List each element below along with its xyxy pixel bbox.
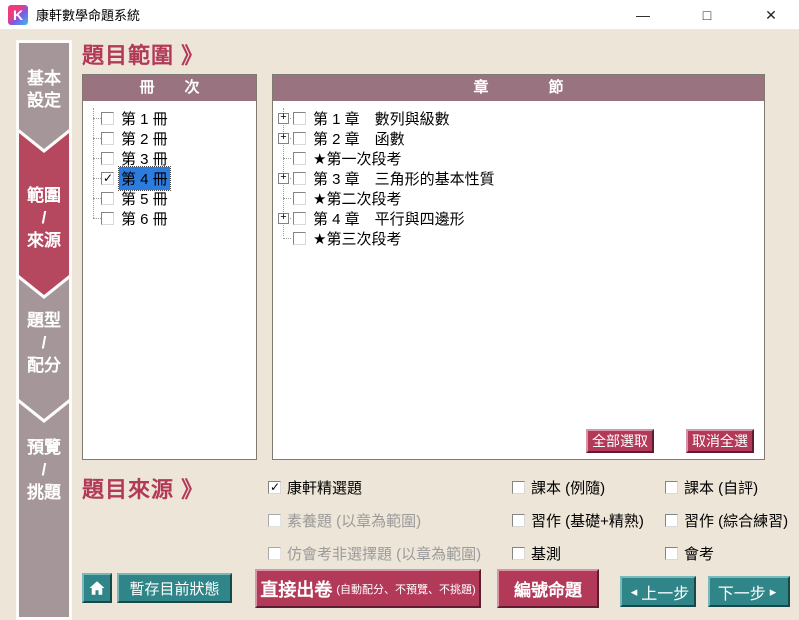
deselect-all-button[interactable]: 取消全選 xyxy=(686,429,754,453)
source-label: 仿會考非選擇題 (以章為範圍) xyxy=(287,543,481,564)
source-label: 會考 xyxy=(684,543,714,564)
expand-plus-icon[interactable] xyxy=(278,213,289,224)
volume-row[interactable]: 第 5 冊 xyxy=(83,188,256,208)
chapters-header: 章 節 xyxy=(273,75,764,101)
checkbox[interactable] xyxy=(293,112,306,125)
checkbox[interactable] xyxy=(512,547,525,560)
title-bar: K 康軒數學命題系統 — □ ✕ xyxy=(0,0,799,30)
exam-label: ★第三次段考 xyxy=(311,227,403,250)
source-option-workbook-comprehensive[interactable]: 習作 (綜合練習) xyxy=(665,510,788,531)
range-section-heading: 題目範圍 》 xyxy=(82,38,204,70)
tab-label: 預覽 / 挑題 xyxy=(16,437,72,504)
next-step-button[interactable]: 下一步 ▸ xyxy=(708,576,790,607)
checkbox[interactable] xyxy=(293,132,306,145)
volume-row[interactable]: 第 4 冊 xyxy=(83,168,256,188)
source-label: 康軒精選題 xyxy=(287,477,362,498)
checkbox[interactable] xyxy=(665,514,678,527)
prev-step-button[interactable]: ◂ 上一步 xyxy=(620,576,696,607)
direct-generate-label: 直接出卷 xyxy=(260,576,332,602)
chapter-row[interactable]: 第 3 章 三角形的基本性質 xyxy=(273,168,764,188)
source-option-textbook-self[interactable]: 課本 (自評) xyxy=(665,477,758,498)
source-label: 課本 (例隨) xyxy=(531,477,605,498)
source-option-literacy: 素養題 (以章為範圍) xyxy=(268,510,421,531)
checkbox xyxy=(268,547,281,560)
maximize-icon[interactable]: □ xyxy=(696,7,718,23)
numbered-generate-button[interactable]: 編號命題 xyxy=(497,569,599,608)
checkbox[interactable] xyxy=(101,212,114,225)
tab-preview-pick[interactable]: 預覽 / 挑題 xyxy=(16,400,72,620)
tab-range-source[interactable]: 範圍 / 來源 xyxy=(16,130,72,298)
prev-step-label: 上一步 xyxy=(641,580,689,604)
next-step-label: 下一步 xyxy=(718,580,766,604)
volume-row[interactable]: 第 2 冊 xyxy=(83,128,256,148)
left-arrow-icon: ◂ xyxy=(631,584,638,600)
chapters-panel: 章 節 第 1 章 數列與級數 第 2 章 函數 ★第一次段考 xyxy=(272,74,765,460)
checkbox[interactable] xyxy=(512,514,525,527)
home-button[interactable] xyxy=(82,573,112,603)
checkbox[interactable] xyxy=(293,232,306,245)
checkbox[interactable] xyxy=(101,172,114,185)
checkbox[interactable] xyxy=(512,481,525,494)
volumes-tree: 第 1 冊 第 2 冊 第 3 冊 第 4 冊 第 5 冊 第 6 冊 xyxy=(83,101,256,228)
checkbox[interactable] xyxy=(101,152,114,165)
checkbox[interactable] xyxy=(293,212,306,225)
volume-row[interactable]: 第 6 冊 xyxy=(83,208,256,228)
checkbox[interactable] xyxy=(293,172,306,185)
source-option-basic-test[interactable]: 基測 xyxy=(512,543,561,564)
checkbox[interactable] xyxy=(268,481,281,494)
tab-label: 題型 / 配分 xyxy=(16,310,72,377)
chapter-row[interactable]: 第 2 章 函數 xyxy=(273,128,764,148)
window-controls: — □ ✕ xyxy=(632,0,782,30)
source-label: 課本 (自評) xyxy=(684,477,758,498)
tab-label: 範圍 / 來源 xyxy=(16,185,72,252)
source-option-comprehensive-exam[interactable]: 會考 xyxy=(665,543,714,564)
direct-generate-button[interactable]: 直接出卷 (自動配分、不預覽、不挑題) xyxy=(255,569,481,608)
chapter-row[interactable]: 第 4 章 平行與四邊形 xyxy=(273,208,764,228)
checkbox[interactable] xyxy=(101,112,114,125)
source-label: 習作 (基礎+精熟) xyxy=(531,510,644,531)
checkbox[interactable] xyxy=(293,152,306,165)
checkbox[interactable] xyxy=(101,192,114,205)
source-label: 習作 (綜合練習) xyxy=(684,510,788,531)
chapters-tree: 第 1 章 數列與級數 第 2 章 函數 ★第一次段考 第 3 章 三角形的基本… xyxy=(273,101,764,248)
source-option-workbook-basic[interactable]: 習作 (基礎+精熟) xyxy=(512,510,644,531)
exam-row[interactable]: ★第一次段考 xyxy=(273,148,764,168)
volume-row[interactable]: 第 3 冊 xyxy=(83,148,256,168)
source-section-heading: 題目來源 》 xyxy=(82,472,204,504)
app-logo-icon: K xyxy=(8,5,28,25)
select-all-button[interactable]: 全部選取 xyxy=(586,429,654,453)
checkbox[interactable] xyxy=(293,192,306,205)
volumes-panel: 冊 次 第 1 冊 第 2 冊 第 3 冊 第 4 冊 第 5 冊 xyxy=(82,74,257,460)
save-state-button[interactable]: 暫存目前狀態 xyxy=(117,573,232,603)
volume-row[interactable]: 第 1 冊 xyxy=(83,108,256,128)
volumes-header: 冊 次 xyxy=(83,75,256,101)
main-area: 基本 設定 範圍 / 來源 題型 / 配分 預覽 / 挑題 題目範圍 》 冊 次… xyxy=(0,30,799,620)
close-icon[interactable]: ✕ xyxy=(760,7,782,24)
source-option-textbook-example[interactable]: 課本 (例隨) xyxy=(512,477,605,498)
checkbox[interactable] xyxy=(101,132,114,145)
direct-generate-sublabel: (自動配分、不預覽、不挑題) xyxy=(336,581,475,597)
expand-plus-icon[interactable] xyxy=(278,173,289,184)
tab-label: 基本 設定 xyxy=(16,68,72,113)
source-label: 基測 xyxy=(531,543,561,564)
source-label: 素養題 (以章為範圍) xyxy=(287,510,421,531)
expand-plus-icon[interactable] xyxy=(278,113,289,124)
exam-row[interactable]: ★第三次段考 xyxy=(273,228,764,248)
volume-label: 第 6 冊 xyxy=(119,207,170,230)
checkbox[interactable] xyxy=(665,547,678,560)
source-option-kangxuan[interactable]: 康軒精選題 xyxy=(268,477,362,498)
expand-plus-icon[interactable] xyxy=(278,133,289,144)
chapter-row[interactable]: 第 1 章 數列與級數 xyxy=(273,108,764,128)
checkbox xyxy=(268,514,281,527)
window-title: 康軒數學命題系統 xyxy=(36,5,140,24)
minimize-icon[interactable]: — xyxy=(632,7,654,23)
tab-shape-fill xyxy=(19,403,69,617)
home-icon xyxy=(88,579,106,597)
right-arrow-icon: ▸ xyxy=(770,584,777,600)
exam-row[interactable]: ★第二次段考 xyxy=(273,188,764,208)
source-option-mock-exam: 仿會考非選擇題 (以章為範圍) xyxy=(268,543,481,564)
checkbox[interactable] xyxy=(665,481,678,494)
